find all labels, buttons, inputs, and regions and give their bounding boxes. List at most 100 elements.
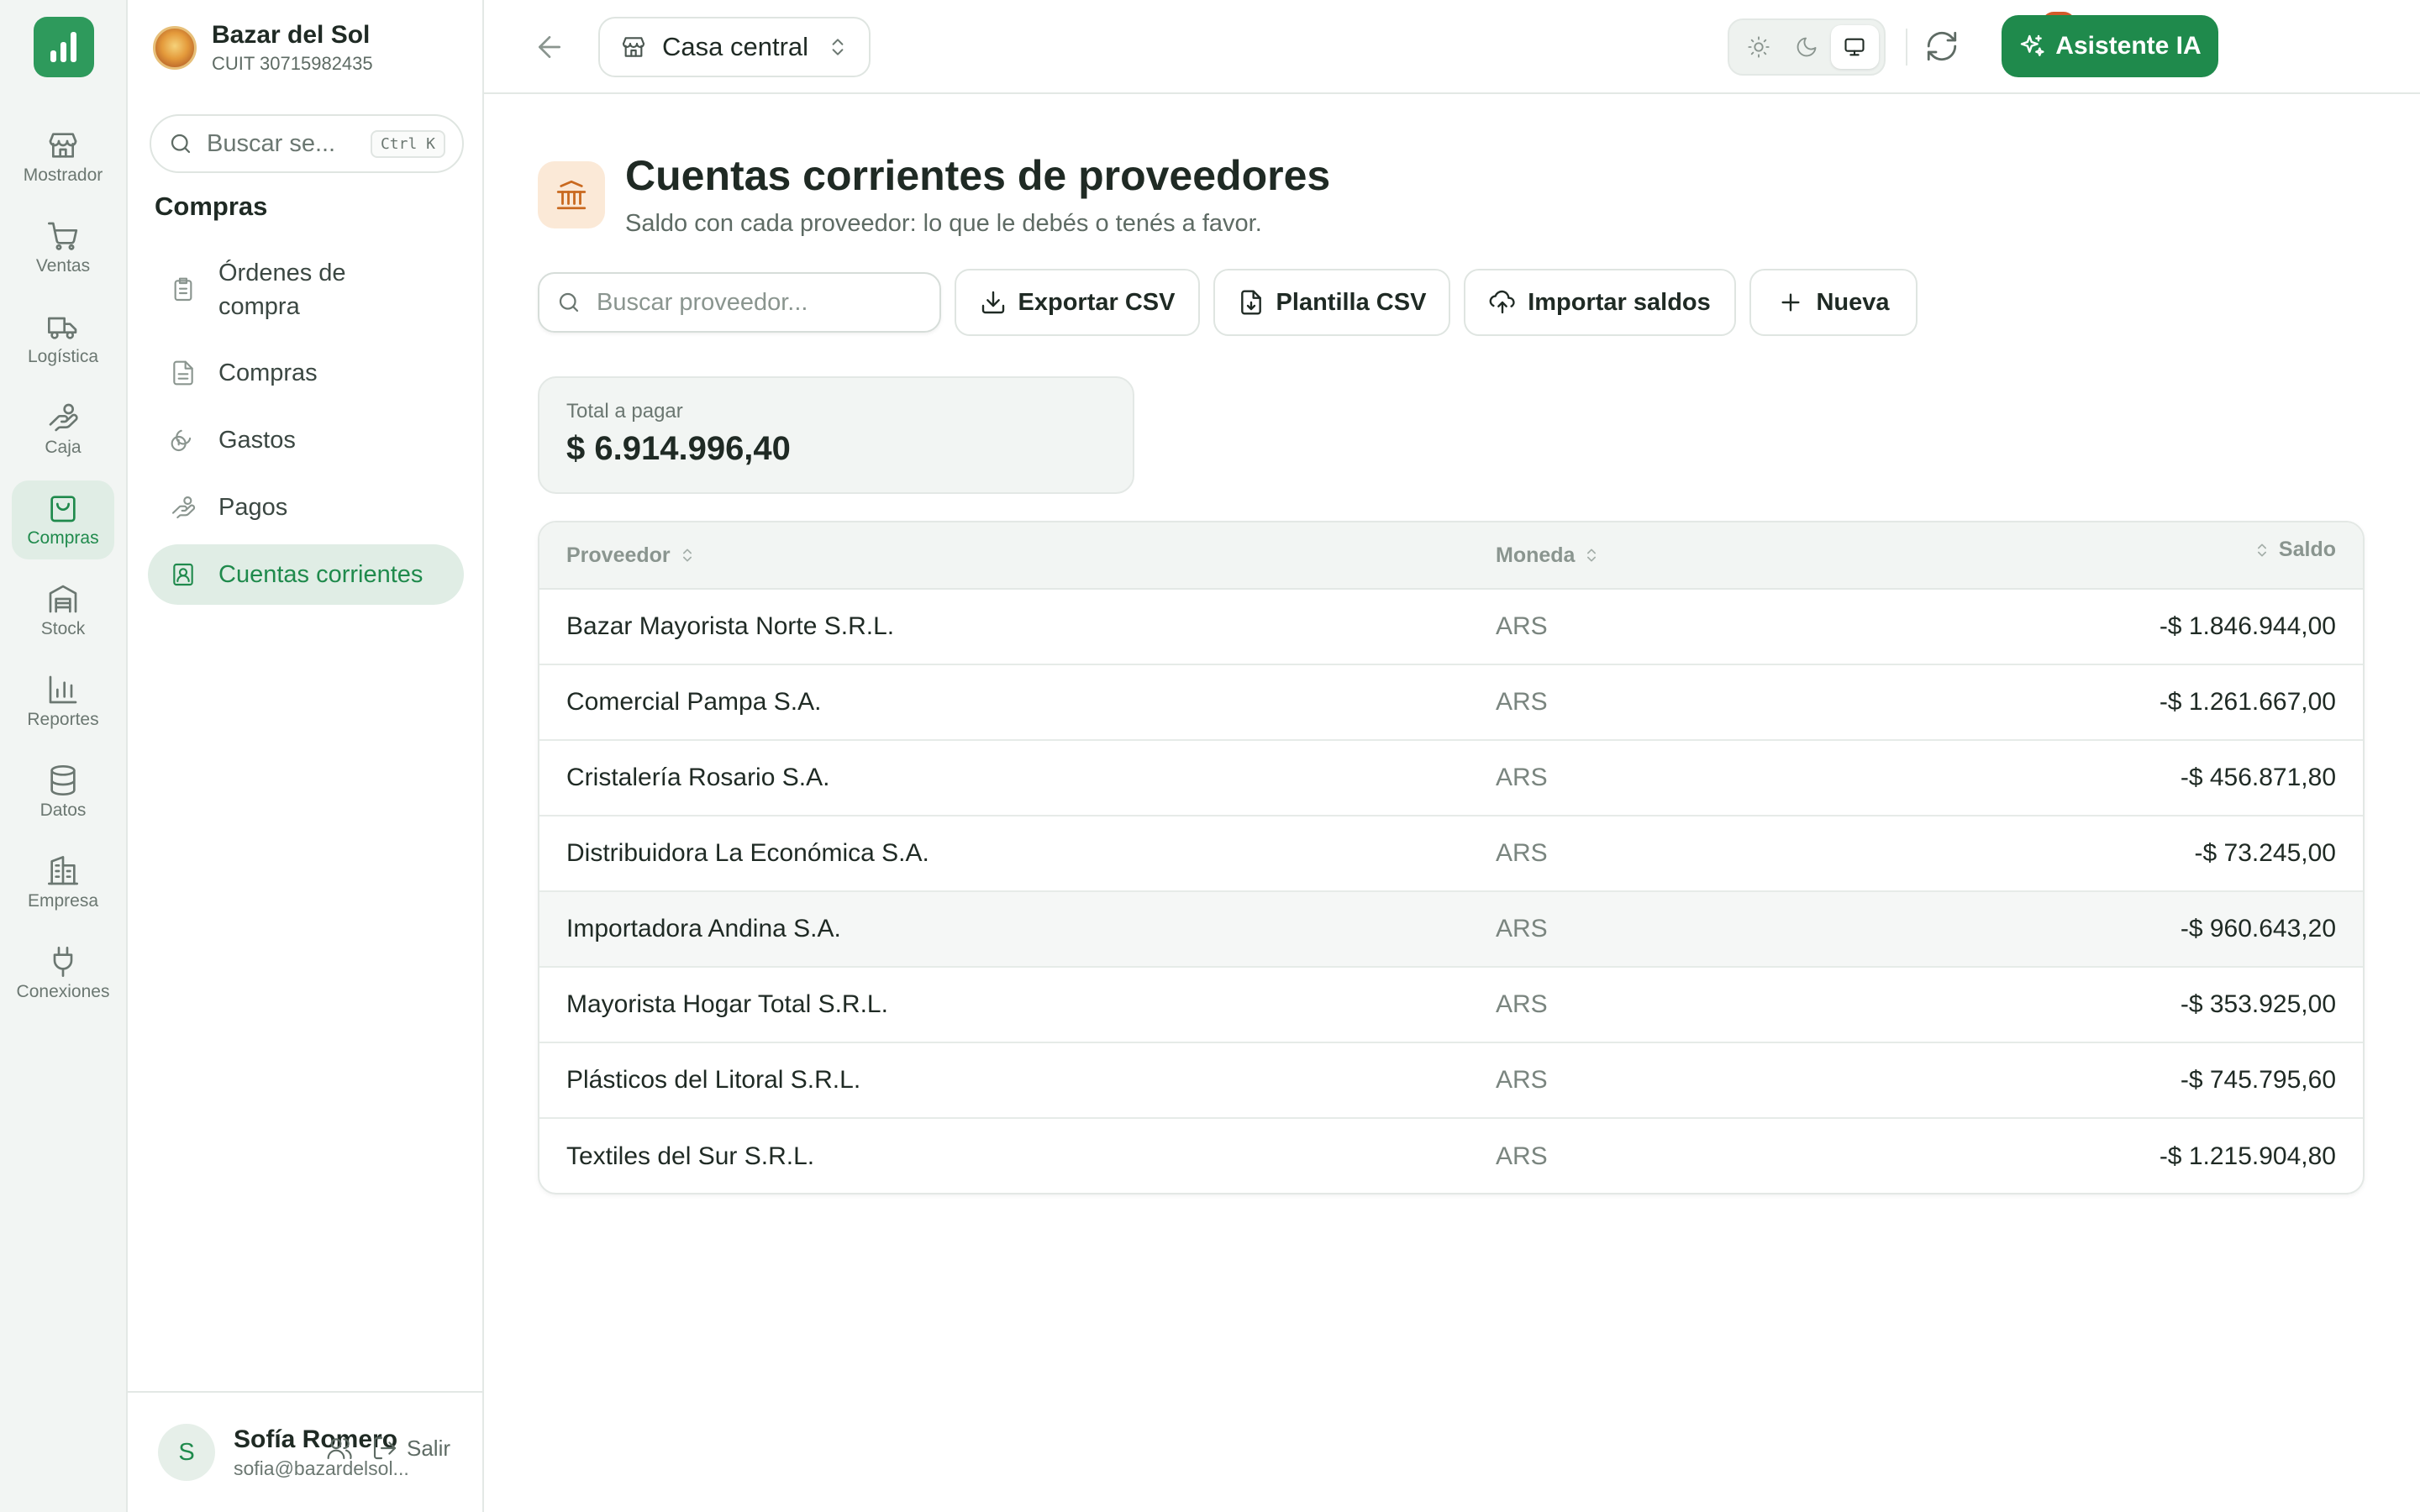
- table-row[interactable]: Importadora Andina S.A. ARS -$ 960.643,2…: [539, 892, 2363, 968]
- rail-item-label: Caja: [45, 438, 82, 457]
- logout-button[interactable]: Salir: [371, 1435, 450, 1462]
- total-payable-label: Total a pagar: [566, 400, 683, 423]
- sidebar-item-compras[interactable]: Compras: [148, 343, 464, 403]
- sidebar-item-gastos[interactable]: Gastos: [148, 410, 464, 470]
- cell-currency: ARS: [1496, 688, 1548, 716]
- rail-item-label: Mostrador: [23, 165, 103, 185]
- new-account-button[interactable]: Nueva: [1749, 269, 1918, 336]
- cell-provider: Plásticos del Litoral S.R.L.: [566, 1066, 861, 1094]
- cell-provider: Bazar Mayorista Norte S.R.L.: [566, 612, 895, 640]
- chevron-up-down-icon: [832, 39, 844, 55]
- rail-item-stock[interactable]: Stock: [12, 571, 114, 650]
- cell-provider: Comercial Pampa S.A.: [566, 688, 822, 716]
- sort-icon: [682, 549, 692, 562]
- hand-coins-icon: [171, 496, 196, 519]
- csv-template-button[interactable]: Plantilla CSV: [1213, 269, 1450, 336]
- table-row[interactable]: Comercial Pampa S.A. ARS -$ 1.261.667,00: [539, 665, 2363, 741]
- download-icon: [981, 291, 1004, 314]
- clipboard-icon: [174, 277, 192, 302]
- search-icon: [171, 134, 191, 154]
- rail-item-datos[interactable]: Datos: [12, 753, 114, 832]
- total-payable-value: $ 6.914.996,40: [566, 430, 791, 467]
- rail-item-empresa[interactable]: Empresa: [12, 843, 114, 922]
- file-download-icon: [1240, 290, 1261, 315]
- store-icon: [49, 133, 77, 158]
- rail-item-conexiones[interactable]: Conexiones: [12, 934, 114, 1013]
- sidebar-item-label: Órdenes de: [218, 260, 346, 286]
- table-row[interactable]: Textiles del Sur S.R.L. ARS -$ 1.215.904…: [539, 1119, 2363, 1193]
- cell-balance: -$ 353.925,00: [2180, 990, 2336, 1018]
- table-row[interactable]: Distribuidora La Económica S.A. ARS -$ 7…: [539, 816, 2363, 892]
- theme-dark-button[interactable]: [1782, 25, 1830, 69]
- rail-item-label: Stock: [40, 619, 86, 638]
- table-row[interactable]: Bazar Mayorista Norte S.R.L. ARS -$ 1.84…: [539, 590, 2363, 665]
- sidebar-item-ordenes-de-compra[interactable]: Órdenes de compra: [148, 252, 464, 328]
- secondary-sidebar: Bazar del Sol CUIT 30715982435 Buscar se…: [128, 0, 484, 1512]
- rail-item-logistica[interactable]: Logística: [12, 299, 114, 378]
- ai-assistant-button[interactable]: Asistente IA: [2002, 15, 2218, 77]
- import-balances-button[interactable]: Importar saldos: [1464, 269, 1736, 336]
- rail-item-label: Conexiones: [16, 982, 110, 1001]
- cart-icon: [48, 222, 78, 250]
- cell-balance: -$ 1.846.944,00: [2159, 612, 2336, 640]
- cell-currency: ARS: [1496, 612, 1548, 640]
- truck-icon: [48, 317, 77, 339]
- column-header-provider[interactable]: Proveedor: [566, 543, 696, 568]
- company-name: Bazar del Sol: [212, 21, 371, 49]
- rail-item-ventas[interactable]: Ventas: [12, 208, 114, 287]
- cell-provider: Cristalería Rosario S.A.: [566, 764, 830, 791]
- table-row[interactable]: Plásticos del Litoral S.R.L. ARS -$ 745.…: [539, 1043, 2363, 1119]
- cell-currency: ARS: [1496, 1066, 1548, 1094]
- rail-item-caja[interactable]: Caja: [12, 390, 114, 469]
- toolbar-divider: [1906, 29, 1907, 66]
- rail-item-compras[interactable]: Compras: [12, 480, 114, 559]
- sidebar-item-label: Cuentas corrientes: [218, 560, 424, 588]
- top-bar: Casa central 12 Asistente IA: [484, 0, 2420, 94]
- table-row[interactable]: Cristalería Rosario S.A. ARS -$ 456.871,…: [539, 741, 2363, 816]
- total-payable-card: Total a pagar $ 6.914.996,40: [538, 376, 1134, 494]
- coins-icon: [171, 429, 192, 452]
- icon-rail: Mostrador Ventas Logística Caja Compras …: [0, 0, 128, 1512]
- company-brand[interactable]: Bazar del Sol CUIT 30715982435: [153, 18, 373, 77]
- cell-balance: -$ 745.795,60: [2180, 1066, 2336, 1094]
- sidebar-item-label: Compras: [218, 359, 318, 386]
- search-icon: [559, 292, 579, 312]
- rail-item-mostrador[interactable]: Mostrador: [12, 118, 114, 197]
- sparkles-icon: [2021, 34, 2044, 56]
- store-icon: [622, 37, 645, 57]
- export-csv-button[interactable]: Exportar CSV: [955, 269, 1200, 336]
- column-header-balance[interactable]: Saldo: [2254, 538, 2336, 562]
- bar-chart-icon: [49, 675, 77, 704]
- users-icon[interactable]: [326, 1435, 353, 1462]
- moon-icon: [1797, 37, 1817, 57]
- rail-item-label: Empresa: [27, 891, 99, 911]
- export-csv-label: Exportar CSV: [1018, 288, 1176, 316]
- theme-light-button[interactable]: [1734, 25, 1782, 69]
- cell-currency: ARS: [1496, 990, 1548, 1018]
- page-subtitle: Saldo con cada proveedor: lo que le debé…: [625, 210, 1262, 237]
- app-logo-icon[interactable]: [34, 17, 94, 77]
- theme-system-button[interactable]: [1830, 25, 1879, 69]
- sidebar-item-pagos[interactable]: Pagos: [148, 477, 464, 538]
- branch-selector[interactable]: Casa central: [598, 17, 871, 77]
- database-icon: [50, 765, 76, 795]
- provider-search-placeholder: Buscar proveedor...: [597, 288, 808, 316]
- back-arrow-icon[interactable]: [533, 30, 566, 64]
- plus-icon: [1781, 293, 1801, 312]
- cell-provider: Importadora Andina S.A.: [566, 915, 841, 942]
- column-header-currency[interactable]: Moneda: [1496, 543, 1600, 568]
- cell-balance: -$ 456.871,80: [2180, 764, 2336, 791]
- table-row[interactable]: Mayorista Hogar Total S.R.L. ARS -$ 353.…: [539, 968, 2363, 1043]
- avatar[interactable]: S: [158, 1424, 215, 1481]
- contact-book-icon: [173, 563, 193, 586]
- refresh-icon[interactable]: [1924, 29, 1960, 64]
- plug-icon: [53, 947, 73, 977]
- sun-icon: [1748, 36, 1770, 58]
- provider-search-input[interactable]: Buscar proveedor...: [538, 272, 941, 333]
- rail-item-label: Ventas: [35, 256, 91, 276]
- sidebar-item-cuentas-corrientes[interactable]: Cuentas corrientes: [148, 544, 464, 605]
- branch-name: Casa central: [662, 32, 809, 61]
- shopping-bag-icon: [50, 496, 76, 522]
- rail-item-reportes[interactable]: Reportes: [12, 662, 114, 741]
- sidebar-search-input[interactable]: Buscar se... Ctrl K: [150, 114, 464, 173]
